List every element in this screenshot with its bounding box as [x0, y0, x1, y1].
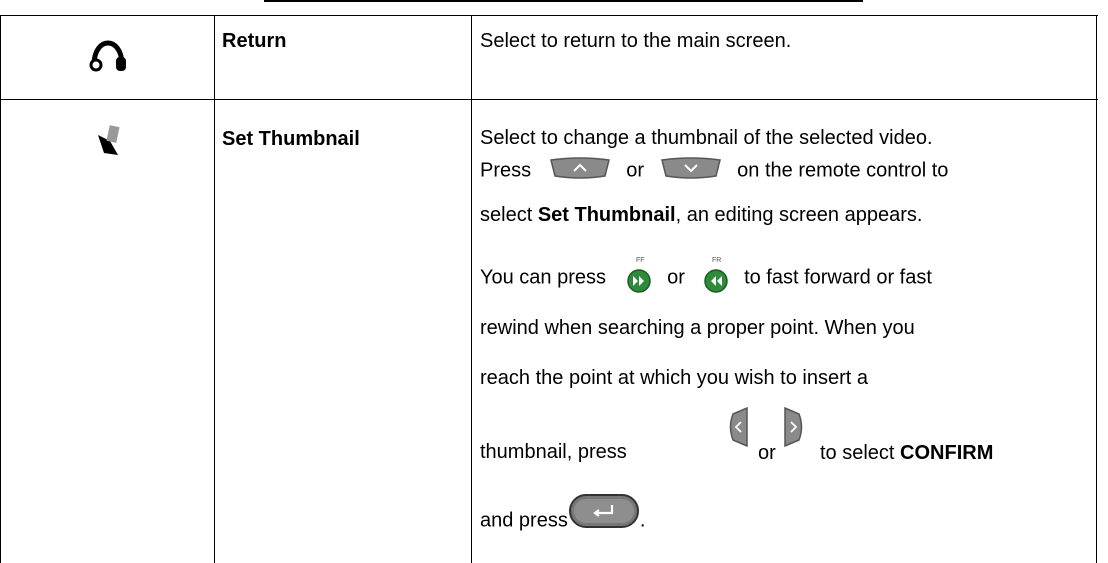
set-thumbnail-icon [94, 123, 124, 164]
right-button-icon [783, 406, 805, 452]
desc-line: You can press FF or FR to fast forward o… [480, 255, 932, 301]
up-button-icon [549, 157, 611, 185]
desc-bold-text: Set Thumbnail [537, 204, 676, 226]
desc-text: Press [480, 159, 532, 182]
row-label-return: Return [222, 30, 287, 52]
desc-text: to select [820, 442, 895, 464]
return-icon [88, 39, 128, 78]
desc-text: . [639, 509, 646, 532]
desc-line: thumbnail, press [480, 441, 627, 464]
fast-rewind-button-icon: FR [703, 255, 729, 301]
desc-text: to fast forward or fast [744, 266, 932, 289]
fast-forward-button-icon: FF [626, 255, 652, 301]
desc-text: on the remote control to [737, 159, 949, 182]
enter-button-icon [568, 492, 640, 536]
row-label-set-thumbnail: Set Thumbnail [222, 128, 360, 150]
table-divider-1 [214, 15, 215, 563]
desc-line: and press . [480, 494, 646, 536]
desc-line: select Set Thumbnail, an editing screen … [480, 204, 922, 227]
desc-line: rewind when searching a proper point. Wh… [480, 317, 915, 340]
desc-text: or [626, 159, 645, 182]
left-button-icon [727, 406, 749, 452]
desc-text: or [667, 266, 685, 289]
desc-text: thumbnail, press [480, 441, 627, 463]
desc-line: reach the point at which you wish to ins… [480, 367, 868, 390]
desc-text: Select to change a thumbnail of the sele… [480, 127, 933, 149]
table-divider-2 [471, 15, 472, 563]
desc-line: Press or on the remote control to [480, 157, 948, 185]
desc-text: You can press [480, 266, 607, 289]
svg-text:FF: FF [636, 257, 645, 264]
table-border-left [0, 15, 1, 563]
desc-text: reach the point at which you wish to ins… [480, 367, 868, 389]
desc-text: and press [480, 509, 568, 532]
down-button-icon [660, 157, 722, 185]
desc-text: select [480, 204, 533, 226]
top-rule [264, 0, 863, 2]
desc-text: or [758, 442, 776, 464]
desc-text: rewind when searching a proper point. Wh… [480, 317, 915, 339]
desc-line: to select CONFIRM [820, 441, 993, 465]
svg-text:FR: FR [712, 257, 721, 264]
table-border-right [1096, 15, 1097, 563]
table-border-top [0, 15, 1098, 16]
row-divider [0, 99, 1098, 100]
desc-bold-text: CONFIRM [900, 442, 994, 464]
desc-line: Select to change a thumbnail of the sele… [480, 127, 933, 150]
row-desc-return: Select to return to the main screen. [480, 30, 792, 52]
desc-text: , an editing screen appears. [675, 204, 923, 226]
help-table: Return Select to return to the main scre… [0, 15, 1098, 563]
